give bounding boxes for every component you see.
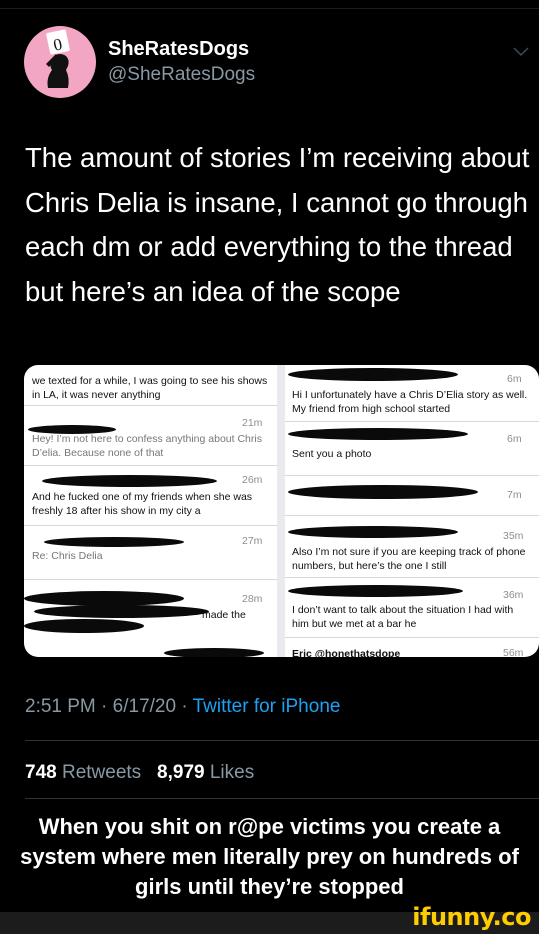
right-message-time: 6m [507,433,522,445]
right-message-text: I don’t want to talk about the situation… [292,604,514,630]
right-message-time: 35m [503,530,524,542]
divider [25,740,539,741]
left-message-time: 28m [242,593,263,605]
right-message-text: Sent you a photo [292,448,372,460]
left-message-text: Hey! I’m not here to confess anything ab… [32,433,262,459]
tweet-date: 6/17/20 [112,696,177,717]
separator [285,515,539,516]
chevron-down-icon[interactable] [512,44,530,60]
divider [25,798,539,799]
left-message-time: 21m [242,417,263,429]
account-handle[interactable]: @SheRatesDogs [108,64,255,86]
separator [285,577,539,578]
separator [24,405,277,406]
separator [24,525,277,526]
separator [285,475,539,476]
likes-label[interactable]: Likes [210,762,254,783]
left-message-text: made the [202,609,246,621]
left-message-time: 27m [242,535,263,547]
redaction-scribble [28,425,116,434]
tweet-text: The amount of stories I’m receiving abou… [25,142,530,307]
left-message-time: 26m [242,474,263,486]
redaction-scribble [164,648,264,657]
redaction-scribble [288,526,458,538]
tweet-time: 2:51 PM [25,696,96,717]
right-message-time: 6m [507,373,522,385]
right-message-text: Hi I unfortunately have a Chris D’Elia s… [292,389,528,415]
tweet-stats: 748 Retweets 8,979 Likes [25,762,254,784]
avatar[interactable]: 0 [24,26,96,98]
left-message-text: And he fucked one of my friends when she… [32,491,253,517]
right-message-sender: Eric @honethatsdope [292,648,401,657]
tweet-source-link[interactable]: Twitter for iPhone [193,696,341,717]
separator [24,465,277,466]
right-message-time: 56m [503,647,524,657]
redaction-scribble [24,591,184,606]
retweets-label[interactable]: Retweets [62,762,141,783]
screenshot-divider [277,365,285,657]
tweet-meta: 2:51 PM · 6/17/20 · Twitter for iPhone [25,696,340,718]
likes-count[interactable]: 8,979 [157,762,205,783]
left-message-text: Re: Chris Delia [32,550,103,562]
top-border [0,8,539,9]
redaction-scribble [288,485,478,499]
redaction-scribble [42,475,217,487]
retweets-count[interactable]: 748 [25,762,57,783]
left-message-text: we texted for a while, I was going to se… [32,375,268,401]
redaction-scribble [24,619,144,633]
meme-caption: When you shit on r@pe victims you create… [20,814,519,899]
redaction-scribble [288,368,458,381]
meta-separator: · [181,696,193,717]
avatar-dog-rating-icon: 0 [46,29,70,88]
right-message-time: 7m [507,489,522,501]
redaction-scribble [34,605,209,618]
right-message-time: 36m [503,589,524,601]
right-message-text: Also I’m not sure if you are keeping tra… [292,546,526,572]
redaction-scribble [288,428,468,440]
separator [285,637,539,638]
account-name[interactable]: SheRatesDogs [108,38,249,61]
redaction-scribble [44,537,184,547]
separator [24,579,277,580]
dm-screenshot-image[interactable]: we texted for a while, I was going to se… [24,365,539,657]
separator [285,421,539,422]
ifunny-watermark: ifunny.co [412,903,531,931]
redaction-scribble [288,585,463,597]
meta-separator: · [101,696,113,717]
